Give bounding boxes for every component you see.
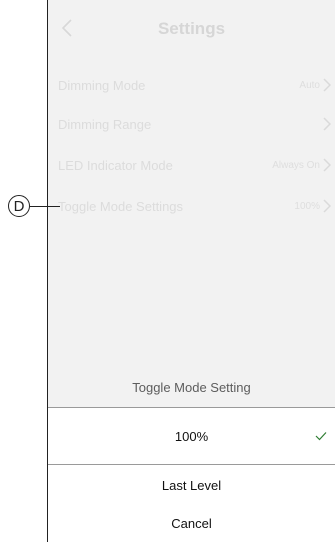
callout-marker: D bbox=[8, 195, 30, 217]
page-title: Settings bbox=[157, 19, 226, 38]
empty-area bbox=[48, 225, 335, 367]
chevron-right-icon bbox=[323, 199, 331, 213]
row-value: 100% bbox=[294, 200, 320, 212]
chevron-right-icon bbox=[323, 78, 331, 92]
settings-row-led-indicator-mode[interactable]: LED Indicator Mode Always On bbox=[48, 145, 335, 185]
phone-screen: Settings Dimming Mode Auto Dimming Range… bbox=[48, 0, 335, 542]
option-label: 100% bbox=[174, 428, 209, 444]
option-label: Last Level bbox=[161, 477, 222, 493]
chevron-right-icon bbox=[323, 117, 331, 131]
callout-leader-line bbox=[30, 206, 60, 207]
option-100-percent[interactable]: 100% bbox=[48, 408, 335, 464]
row-label: Dimming Mode bbox=[58, 77, 146, 93]
settings-row-toggle-mode-settings[interactable]: Toggle Mode Settings 100% bbox=[48, 186, 335, 226]
checkmark-icon bbox=[315, 432, 327, 441]
back-chevron-icon[interactable] bbox=[60, 18, 74, 38]
cancel-label: Cancel bbox=[171, 516, 212, 531]
row-value: Auto bbox=[299, 79, 320, 91]
settings-row-dimming-mode[interactable]: Dimming Mode Auto bbox=[48, 65, 335, 105]
row-value: Always On bbox=[272, 159, 320, 171]
header: Settings bbox=[48, 0, 335, 58]
row-label: Toggle Mode Settings bbox=[58, 198, 184, 214]
option-last-level[interactable]: Last Level bbox=[48, 465, 335, 505]
row-label: LED Indicator Mode bbox=[58, 157, 173, 173]
cancel-button[interactable]: Cancel bbox=[48, 505, 335, 542]
row-label: Dimming Range bbox=[58, 116, 152, 132]
callout-letter: D bbox=[13, 197, 25, 215]
chevron-right-icon bbox=[323, 158, 331, 172]
sheet-title: Toggle Mode Setting bbox=[48, 367, 335, 407]
settings-row-dimming-range[interactable]: Dimming Range bbox=[48, 104, 335, 144]
